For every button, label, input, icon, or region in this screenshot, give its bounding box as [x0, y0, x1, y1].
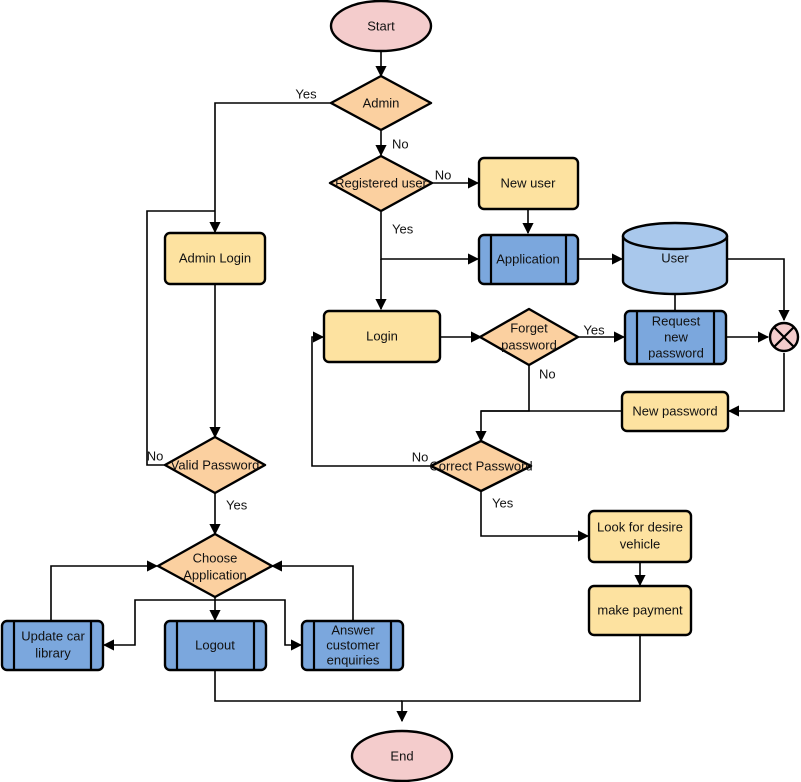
edge-admin-yes-to-admin-login — [209, 102, 332, 234]
node-make-payment[interactable]: make payment — [587, 584, 693, 637]
node-correct-password[interactable]: Correct Password — [429, 439, 533, 493]
node-look-for-desire-vehicle[interactable]: Look for desire vehicle — [587, 509, 693, 564]
edge-label-admin-no: No — [392, 136, 409, 151]
edge-forget-no-to-correct-password — [475, 365, 530, 443]
node-admin[interactable]: Admin — [329, 74, 433, 132]
edge-update-car-library-to-choose-application — [50, 560, 159, 622]
edge-label-valid-no: No — [147, 448, 164, 463]
node-valid-password[interactable]: Valid Password — [163, 435, 267, 495]
node-answer-customer-enquiries[interactable]: Answer customer enquiries — [300, 619, 405, 672]
edge-label-registered-no: No — [435, 167, 452, 182]
edge-registered-yes-to-application — [380, 212, 480, 265]
edge-logout-to-end — [214, 670, 402, 702]
node-new-password[interactable]: New password — [620, 390, 730, 433]
node-summing-junction[interactable] — [768, 321, 800, 353]
edge-label-valid-yes: Yes — [226, 497, 248, 512]
flowchart-svg: Start Admin Registered user New user Adm… — [0, 0, 800, 782]
flowchart-canvas: Start Admin Registered user New user Adm… — [0, 0, 801, 782]
edge-user-db-to-junction — [728, 258, 790, 322]
node-end[interactable]: End — [350, 729, 454, 782]
node-forget-password[interactable]: Forget password — [478, 307, 580, 367]
node-logout[interactable]: Logout — [163, 619, 268, 672]
edge-label-registered-yes: Yes — [392, 221, 414, 236]
node-new-user[interactable]: New user — [477, 156, 580, 211]
node-login[interactable]: Login — [322, 309, 442, 364]
edge-make-payment-to-end — [396, 635, 641, 723]
edge-label-forget-no: No — [539, 366, 556, 381]
edge-label-correct-no: No — [412, 449, 429, 464]
edge-label-forget-yes: Yes — [583, 322, 605, 337]
node-update-car-library[interactable]: Update car library — [0, 619, 105, 672]
edge-answer-customer-to-choose-application — [270, 560, 354, 622]
node-user-database[interactable]: User — [621, 221, 729, 296]
node-registered-user[interactable]: Registered user — [328, 154, 434, 213]
node-request-new-password[interactable]: Request new password — [623, 309, 728, 366]
node-start[interactable]: Start — [329, 0, 433, 53]
node-choose-application[interactable]: Choose Application — [156, 532, 274, 599]
edge-correct-yes-to-look-for-vehicle — [480, 491, 590, 542]
node-admin-login[interactable]: Admin Login — [163, 231, 267, 286]
edge-junction-to-new-password — [727, 353, 785, 417]
edge-label-admin-yes: Yes — [295, 86, 317, 101]
node-application[interactable]: Application — [477, 233, 580, 286]
edge-label-correct-yes: Yes — [492, 495, 514, 510]
